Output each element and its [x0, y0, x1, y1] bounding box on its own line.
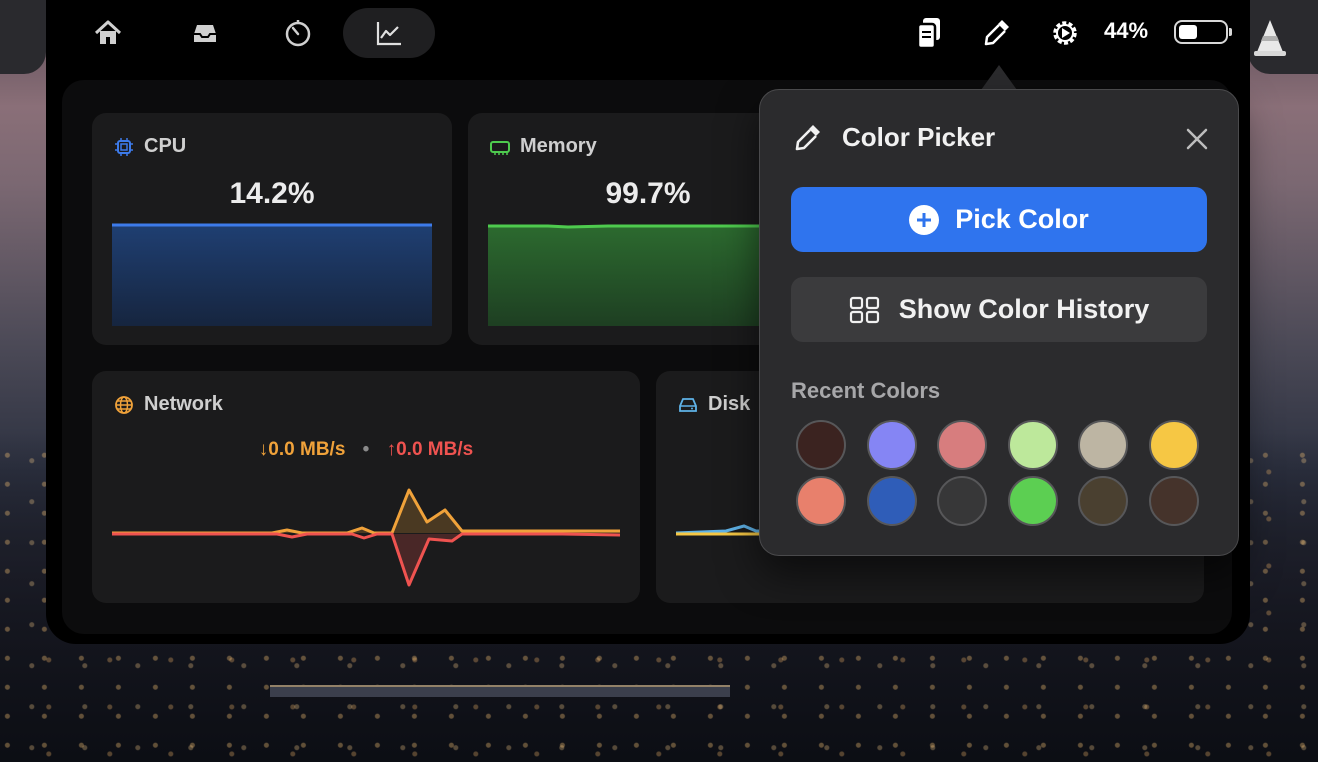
eyedropper-icon: [795, 125, 820, 151]
cpu-card-title: CPU: [114, 135, 186, 158]
upload-rate: ↑0.0 MB/s: [386, 439, 474, 460]
memory-card-title: Memory: [490, 135, 597, 158]
close-icon[interactable]: [1184, 126, 1210, 152]
cpu-label: CPU: [144, 135, 187, 157]
eyedropper-icon: [984, 20, 1009, 46]
gear-play-icon: [1053, 21, 1077, 45]
color-swatch[interactable]: [796, 420, 846, 470]
recent-colors-label: Recent Colors: [791, 378, 941, 403]
cpu-chip-icon: [115, 137, 133, 156]
network-card: Network ↓0.0 MB/s • ↑0.0 MB/s: [92, 371, 640, 603]
clipboard-icon: [916, 18, 940, 50]
cpu-card: CPU 14.2%: [92, 113, 452, 345]
network-label: Network: [144, 393, 223, 415]
memory-chip-icon: [490, 140, 510, 155]
settings-button[interactable]: [1050, 16, 1080, 50]
color-swatch[interactable]: [866, 476, 917, 526]
disk-card-title: Disk: [678, 393, 750, 416]
battery-percent: 44%: [1104, 18, 1149, 43]
background-window-edge: [0, 0, 46, 74]
nav-timer-button[interactable]: [252, 8, 344, 58]
battery-icon: [1174, 20, 1232, 44]
plus-circle-icon: [909, 204, 940, 235]
network-card-title: Network: [114, 393, 223, 416]
color-swatch[interactable]: [1148, 476, 1199, 526]
clipboard-button[interactable]: [914, 16, 944, 50]
color-picker-header: Color Picker: [792, 121, 995, 153]
rate-separator: •: [362, 439, 370, 460]
show-color-history-button[interactable]: Show Color History: [791, 277, 1207, 342]
color-swatch[interactable]: [866, 420, 917, 470]
nav-home-button[interactable]: [62, 8, 154, 58]
globe-icon: [115, 395, 133, 414]
network-traffic-graph: [112, 488, 620, 587]
timer-icon: [285, 20, 311, 47]
hard-drive-icon: [679, 397, 697, 412]
cpu-usage-graph: [112, 223, 432, 326]
pick-color-label: Pick Color: [955, 204, 1089, 234]
nav-inbox-button[interactable]: [159, 8, 251, 58]
recent-colors-grid: [796, 420, 1206, 526]
download-rate: ↓0.0 MB/s: [258, 439, 346, 460]
network-rates: ↓0.0 MB/s • ↑0.0 MB/s: [92, 439, 640, 461]
color-swatch[interactable]: [1007, 476, 1058, 526]
color-swatch[interactable]: [937, 420, 987, 470]
stats-chart-icon: [376, 22, 401, 46]
grid-icon: [849, 296, 879, 323]
color-swatch[interactable]: [1078, 476, 1128, 526]
disk-label: Disk: [708, 393, 751, 415]
nav-stats-button[interactable]: [343, 8, 435, 58]
color-swatch[interactable]: [796, 476, 846, 526]
wallpaper-bridge: [270, 685, 730, 697]
color-swatch[interactable]: [1078, 420, 1128, 470]
memory-label: Memory: [520, 135, 597, 157]
inbox-tray-icon: [194, 25, 216, 42]
popover-arrow: [981, 65, 1017, 90]
color-picker-toggle[interactable]: [982, 16, 1012, 50]
color-swatch[interactable]: [937, 476, 987, 526]
home-icon: [94, 20, 122, 44]
color-picker-title: Color Picker: [842, 121, 996, 152]
color-swatch[interactable]: [1007, 420, 1058, 470]
pick-color-button[interactable]: Pick Color: [791, 187, 1207, 252]
color-swatch[interactable]: [1148, 420, 1199, 470]
vlc-cone-icon: [1254, 20, 1286, 56]
color-picker-popover: Color Picker Pick Color Show Color Histo…: [759, 89, 1239, 556]
show-color-history-label: Show Color History: [898, 294, 1150, 324]
cpu-value: 14.2%: [229, 177, 315, 210]
